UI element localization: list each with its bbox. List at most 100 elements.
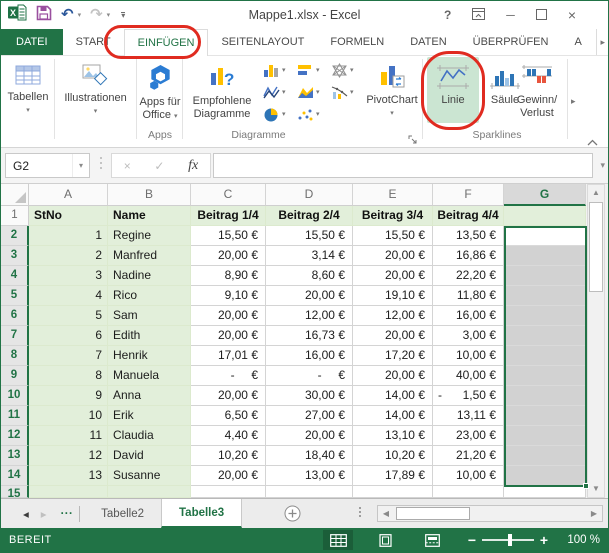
sparkline-winloss-button[interactable]: Gewinn/Verlust (509, 57, 565, 123)
cell-G13[interactable] (504, 446, 586, 466)
cell-B8[interactable]: Henrik (108, 346, 191, 366)
row-header-2[interactable]: 2 (1, 226, 29, 246)
cell-E4[interactable]: 20,00 € (353, 266, 433, 286)
next-sheet-button[interactable]: ▸ (41, 507, 47, 521)
cell-D8[interactable]: 16,00 € (266, 346, 353, 366)
normal-view-button[interactable] (323, 530, 353, 550)
page-layout-view-button[interactable] (370, 530, 400, 550)
row-header-3[interactable]: 3 (1, 246, 29, 266)
column-header-D[interactable]: D (266, 184, 353, 206)
cell-E8[interactable]: 17,20 € (353, 346, 433, 366)
cell-A9[interactable]: 8 (29, 366, 108, 386)
cell-C12[interactable]: 4,40 € (191, 426, 266, 446)
undo-dropdown[interactable]: ▾ (78, 11, 82, 19)
cell-E15[interactable] (353, 486, 433, 498)
cell-C9[interactable]: - € (191, 366, 266, 386)
cell-G11[interactable] (504, 406, 586, 426)
cell-A2[interactable]: 1 (29, 226, 108, 246)
insert-area-chart-button[interactable]: ▾ (297, 82, 329, 102)
cell-G6[interactable] (504, 306, 586, 326)
cell-A10[interactable]: 9 (29, 386, 108, 406)
save-button[interactable] (36, 5, 52, 26)
cell-B6[interactable]: Sam (108, 306, 191, 326)
redo-dropdown[interactable]: ▾ (107, 11, 111, 19)
cell-F9[interactable]: 40,00 € (433, 366, 504, 386)
scroll-left-button[interactable]: ◀ (378, 506, 394, 521)
cell-B7[interactable]: Edith (108, 326, 191, 346)
cell-F5[interactable]: 11,80 € (433, 286, 504, 306)
cell-A3[interactable]: 2 (29, 246, 108, 266)
insert-column-chart-button[interactable]: ▾ (263, 60, 295, 80)
cell-C3[interactable]: 20,00 € (191, 246, 266, 266)
qat-customize-button[interactable]: ▾ (121, 11, 126, 19)
zoom-level[interactable]: 100 % (552, 534, 600, 546)
cell-D9[interactable]: - € (266, 366, 353, 386)
cell-E6[interactable]: 12,00 € (353, 306, 433, 326)
vertical-scroll-thumb[interactable] (589, 202, 603, 292)
cell-D11[interactable]: 27,00 € (266, 406, 353, 426)
cell-A15[interactable] (29, 486, 108, 498)
zoom-slider[interactable] (482, 534, 534, 546)
cell-G10[interactable] (504, 386, 586, 406)
cell-A11[interactable]: 10 (29, 406, 108, 426)
tab-scroll-right-button[interactable]: ▸ (596, 29, 608, 55)
horizontal-scroll-thumb[interactable] (396, 507, 470, 520)
cell-D2[interactable]: 15,50 € (266, 226, 353, 246)
cell-G3[interactable] (504, 246, 586, 266)
row-header-9[interactable]: 9 (1, 366, 29, 386)
cell-D15[interactable] (266, 486, 353, 498)
cell-E3[interactable]: 20,00 € (353, 246, 433, 266)
row-header-5[interactable]: 5 (1, 286, 29, 306)
column-header-A[interactable]: A (29, 184, 108, 206)
cell-E9[interactable]: 20,00 € (353, 366, 433, 386)
cell-B11[interactable]: Erik (108, 406, 191, 426)
scroll-down-button[interactable]: ▼ (588, 481, 604, 497)
row-header-11[interactable]: 11 (1, 406, 29, 426)
ribbon-tab-einfgen[interactable]: EINFÜGEN (123, 29, 209, 56)
cell-C13[interactable]: 10,20 € (191, 446, 266, 466)
cell-G15[interactable] (504, 486, 586, 498)
cell-A1[interactable]: StNo (29, 206, 108, 226)
cell-A4[interactable]: 3 (29, 266, 108, 286)
cell-D7[interactable]: 16,73 € (266, 326, 353, 346)
cell-E7[interactable]: 20,00 € (353, 326, 433, 346)
ribbon-tab-berprfen[interactable]: ÜBERPRÜFEN (460, 29, 562, 55)
ribbon-scroll-right-button[interactable]: ▸ (571, 96, 576, 107)
cell-E14[interactable]: 17,89 € (353, 466, 433, 486)
column-header-C[interactable]: C (191, 184, 266, 206)
cell-F2[interactable]: 13,50 € (433, 226, 504, 246)
row-header-15[interactable]: 15 (1, 486, 29, 498)
cell-A6[interactable]: 5 (29, 306, 108, 326)
insert-stock-chart-button[interactable]: ▾ (331, 82, 363, 102)
cell-D1[interactable]: Beitrag 2/4 (266, 206, 353, 226)
column-header-E[interactable]: E (353, 184, 433, 206)
cell-C8[interactable]: 17,01 € (191, 346, 266, 366)
row-header-12[interactable]: 12 (1, 426, 29, 446)
cell-E1[interactable]: Beitrag 3/4 (353, 206, 433, 226)
row-header-7[interactable]: 7 (1, 326, 29, 346)
help-button[interactable]: ? (444, 9, 451, 21)
cell-F14[interactable]: 10,00 € (433, 466, 504, 486)
row-header-4[interactable]: 4 (1, 266, 29, 286)
select-all-button[interactable] (1, 184, 29, 206)
ribbon-tab-datei[interactable]: DATEI (1, 29, 63, 55)
column-header-B[interactable]: B (108, 184, 191, 206)
cell-F13[interactable]: 21,20 € (433, 446, 504, 466)
cell-G12[interactable] (504, 426, 586, 446)
insert-pie-chart-button[interactable]: ▾ (263, 104, 295, 124)
cell-C15[interactable] (191, 486, 266, 498)
name-box-dropdown[interactable]: ▾ (71, 154, 89, 177)
cell-F4[interactable]: 22,20 € (433, 266, 504, 286)
insert-radar-chart-button[interactable]: ▾ (331, 60, 363, 80)
ribbon-tab-formeln[interactable]: FORMELN (317, 29, 397, 55)
cell-C7[interactable]: 20,00 € (191, 326, 266, 346)
cell-E12[interactable]: 13,10 € (353, 426, 433, 446)
cell-A13[interactable]: 12 (29, 446, 108, 466)
ribbon-display-options-button[interactable] (472, 8, 486, 22)
cell-F3[interactable]: 16,86 € (433, 246, 504, 266)
cell-C10[interactable]: 20,00 € (191, 386, 266, 406)
row-header-14[interactable]: 14 (1, 466, 29, 486)
cell-F12[interactable]: 23,00 € (433, 426, 504, 446)
cell-C14[interactable]: 20,00 € (191, 466, 266, 486)
cell-C5[interactable]: 9,10 € (191, 286, 266, 306)
